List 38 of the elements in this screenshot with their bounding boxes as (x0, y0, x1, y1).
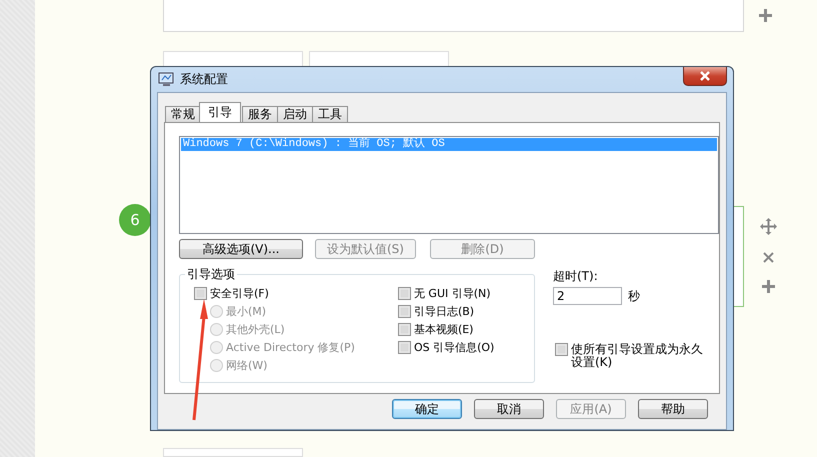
dialog-button[interactable]: 取消 (474, 399, 544, 419)
move-icon[interactable] (760, 218, 777, 235)
add-icon[interactable] (759, 8, 772, 22)
checkbox[interactable] (398, 286, 411, 300)
timeout-field[interactable]: 2 (553, 287, 622, 305)
list-action-button[interactable]: 高级选项(V)... (179, 239, 303, 259)
dialog-button[interactable]: 帮助 (638, 399, 708, 419)
dialog-button[interactable]: 确定 (392, 399, 462, 419)
radio-label: Active Directory 修复(P) (226, 340, 355, 354)
tab[interactable]: 工具 (312, 106, 348, 122)
checkbox[interactable] (398, 340, 411, 354)
tab[interactable]: 服务 (242, 106, 278, 122)
radio-label: 最小(M) (226, 304, 266, 318)
close-icon (699, 71, 711, 81)
radio-label: 网络(W) (226, 358, 268, 372)
tab[interactable]: 常规 (165, 106, 201, 122)
radio-label: 其他外壳(L) (226, 322, 285, 336)
checkbox-label: 无 GUI 引导(N) (414, 286, 491, 300)
group-title: 引导选项 (185, 266, 237, 283)
window-title: 系统配置 (180, 71, 228, 88)
checkbox-label: OS 引导信息(O) (414, 340, 494, 354)
step-number: 6 (119, 204, 151, 236)
checkbox[interactable] (194, 286, 207, 300)
checkbox[interactable] (398, 322, 411, 336)
checkbox-label: 基本视频(E) (414, 322, 474, 336)
checkbox-label: 安全引导(F) (210, 286, 269, 300)
checkbox[interactable] (555, 343, 568, 356)
delete-icon[interactable] (763, 252, 774, 263)
app-icon (158, 72, 175, 87)
add-icon[interactable] (762, 280, 775, 293)
tab[interactable]: 启动 (277, 106, 313, 122)
checkbox[interactable] (398, 304, 411, 318)
unit-label: 秒 (628, 288, 640, 304)
tab[interactable]: 引导 (199, 102, 241, 122)
close-button[interactable] (683, 67, 727, 86)
checkbox-label: 引导日志(B) (414, 304, 474, 318)
checkbox-label: 使所有引导设置成为永久设置(K) (571, 343, 704, 369)
timeout-label: 超时(T): (553, 268, 599, 285)
